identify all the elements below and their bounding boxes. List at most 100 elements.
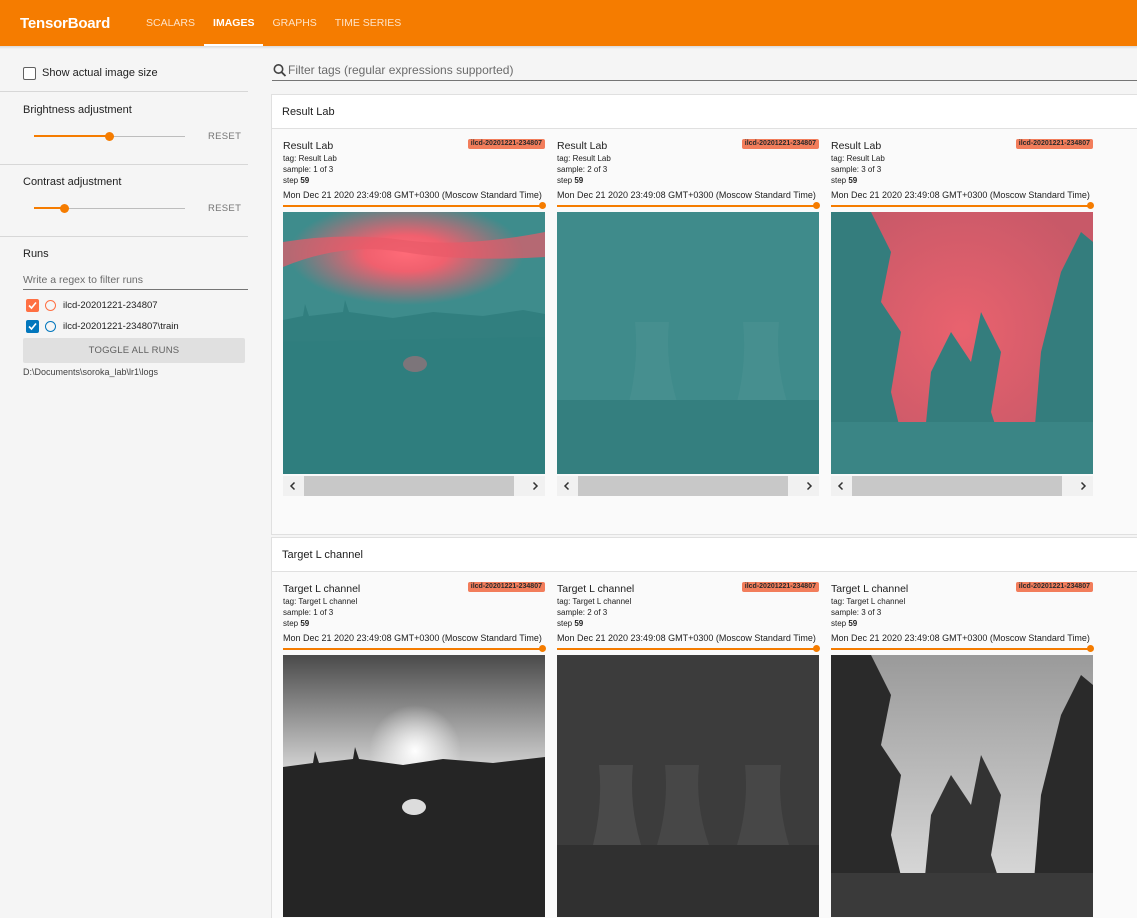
run-name: ilcd-20201221-234807 xyxy=(63,300,158,311)
show-actual-size-checkbox[interactable] xyxy=(23,67,36,80)
run-checkbox-1[interactable] xyxy=(26,299,39,312)
divider xyxy=(0,164,248,165)
step-slider-track[interactable] xyxy=(283,205,545,207)
brightness-reset-button[interactable]: RESET xyxy=(208,131,241,142)
card-title: Result Lab xyxy=(831,140,882,152)
step-value: 59 xyxy=(848,619,858,628)
run-color-icon[interactable] xyxy=(45,321,56,332)
card-step: step 59 xyxy=(557,619,583,628)
card-step: step 59 xyxy=(831,176,857,185)
step-label: step xyxy=(557,619,573,628)
log-directory: D:\Documents\soroka_lab\lr1\logs xyxy=(23,367,159,377)
tag-filter xyxy=(272,61,1137,81)
card-step: step 59 xyxy=(283,176,309,185)
run-badge: ilcd-20201221-234807 xyxy=(741,139,819,149)
tag-filter-input[interactable] xyxy=(288,61,888,79)
run-badge: ilcd-20201221-234807 xyxy=(1015,582,1093,592)
run-checkbox-2[interactable] xyxy=(26,320,39,333)
tab-time-series[interactable]: TIME SERIES xyxy=(326,0,411,46)
section-title[interactable]: Target L channel xyxy=(272,538,1137,572)
step-slider-thumb[interactable] xyxy=(539,202,546,209)
divider xyxy=(0,91,248,92)
step-slider-track[interactable] xyxy=(831,648,1093,650)
card-sample: sample: 2 of 3 xyxy=(557,165,608,174)
cooling-towers-gray-image xyxy=(557,655,819,917)
card-sample: sample: 3 of 3 xyxy=(831,165,882,174)
sunset-field-lab-image xyxy=(283,212,545,474)
step-slider-track[interactable] xyxy=(557,648,819,650)
contrast-slider-thumb[interactable] xyxy=(60,204,69,213)
step-label: step xyxy=(831,619,847,628)
card-timestamp: Mon Dec 21 2020 23:49:08 GMT+0300 (Mosco… xyxy=(283,633,542,643)
tab-scalars[interactable]: SCALARS xyxy=(137,0,204,46)
card-timestamp: Mon Dec 21 2020 23:49:08 GMT+0300 (Mosco… xyxy=(831,633,1090,643)
step-label: step xyxy=(831,176,847,185)
card-timestamp: Mon Dec 21 2020 23:49:08 GMT+0300 (Mosco… xyxy=(557,190,816,200)
step-value: 59 xyxy=(574,176,584,185)
scroll-left-icon[interactable] xyxy=(831,476,851,496)
brightness-label: Brightness adjustment xyxy=(23,104,132,116)
toggle-all-runs-button[interactable]: TOGGLE ALL RUNS xyxy=(23,338,245,363)
scrollbar-thumb[interactable] xyxy=(578,476,788,496)
step-label: step xyxy=(557,176,573,185)
step-slider-thumb[interactable] xyxy=(1087,645,1094,652)
scroll-left-icon[interactable] xyxy=(283,476,303,496)
card-sample: sample: 3 of 3 xyxy=(831,608,882,617)
card-timestamp: Mon Dec 21 2020 23:49:08 GMT+0300 (Mosco… xyxy=(283,190,542,200)
step-slider-thumb[interactable] xyxy=(813,645,820,652)
run-name: ilcd-20201221-234807\train xyxy=(63,321,179,332)
step-value: 59 xyxy=(848,176,858,185)
sunset-field-gray-image xyxy=(283,655,545,917)
card-title: Target L channel xyxy=(283,583,361,595)
run-badge: ilcd-20201221-234807 xyxy=(741,582,819,592)
step-value: 59 xyxy=(574,619,584,628)
image-scrollbar[interactable] xyxy=(831,476,1093,496)
step-value: 59 xyxy=(300,619,310,628)
step-slider-track[interactable] xyxy=(831,205,1093,207)
scroll-right-icon[interactable] xyxy=(525,476,545,496)
step-slider-track[interactable] xyxy=(557,205,819,207)
brightness-slider-thumb[interactable] xyxy=(105,132,114,141)
app-title: TensorBoard xyxy=(20,14,111,32)
contrast-label: Contrast adjustment xyxy=(23,176,122,188)
show-actual-size-label[interactable]: Show actual image size xyxy=(42,67,158,79)
scroll-left-icon[interactable] xyxy=(557,476,577,496)
brightness-slider-fill xyxy=(34,135,109,137)
step-slider-thumb[interactable] xyxy=(813,202,820,209)
contrast-reset-button[interactable]: RESET xyxy=(208,203,241,214)
card-timestamp: Mon Dec 21 2020 23:49:08 GMT+0300 (Mosco… xyxy=(557,633,816,643)
card-step: step 59 xyxy=(283,619,309,628)
check-icon xyxy=(28,301,37,310)
step-slider-thumb[interactable] xyxy=(539,645,546,652)
scroll-right-icon[interactable] xyxy=(1073,476,1093,496)
card-tag: tag: Target L channel xyxy=(557,597,632,606)
run-color-icon[interactable] xyxy=(45,300,56,311)
run-filter-input[interactable] xyxy=(23,271,248,290)
tab-images[interactable]: IMAGES xyxy=(204,0,264,46)
card-step: step 59 xyxy=(831,619,857,628)
section-title[interactable]: Result Lab xyxy=(272,95,1137,129)
step-label: step xyxy=(283,176,299,185)
sidebar: Show actual image size Brightness adjust… xyxy=(0,49,248,918)
cooling-towers-lab-image xyxy=(557,212,819,474)
card-title: Target L channel xyxy=(831,583,909,595)
card-tag: tag: Target L channel xyxy=(283,597,358,606)
image-scrollbar[interactable] xyxy=(283,476,545,496)
step-slider-thumb[interactable] xyxy=(1087,202,1094,209)
card-sample: sample: 2 of 3 xyxy=(557,608,608,617)
scroll-right-icon[interactable] xyxy=(799,476,819,496)
tab-graphs[interactable]: GRAPHS xyxy=(263,0,325,46)
search-icon xyxy=(273,64,287,77)
card-tag: tag: Result Lab xyxy=(283,154,337,163)
card-timestamp: Mon Dec 21 2020 23:49:08 GMT+0300 (Mosco… xyxy=(831,190,1090,200)
scrollbar-thumb[interactable] xyxy=(304,476,514,496)
tag-section: Result Lab Result Lab ilcd-20201221-2348… xyxy=(271,94,1137,535)
scrollbar-thumb[interactable] xyxy=(852,476,1062,496)
image-scrollbar[interactable] xyxy=(557,476,819,496)
step-slider-track[interactable] xyxy=(283,648,545,650)
tag-section: Target L channel Target L channel ilcd-2… xyxy=(271,537,1137,918)
step-label: step xyxy=(283,619,299,628)
run-badge: ilcd-20201221-234807 xyxy=(467,139,545,149)
forest-lab-image xyxy=(831,212,1093,474)
card-sample: sample: 1 of 3 xyxy=(283,165,334,174)
